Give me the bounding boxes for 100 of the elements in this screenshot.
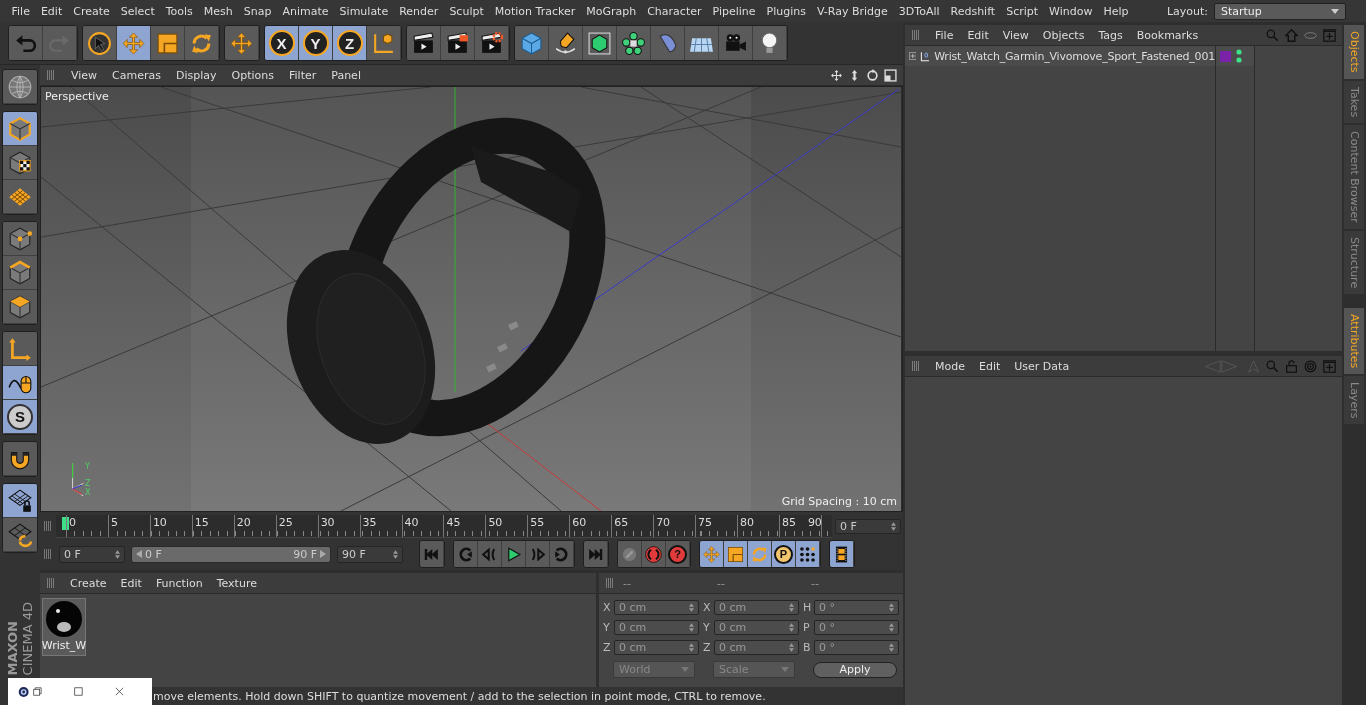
tool-button[interactable]: Y <box>299 26 333 60</box>
menu-item[interactable]: Function <box>155 576 203 590</box>
menu-item[interactable]: Objects <box>1042 28 1085 42</box>
cube-points-icon <box>7 225 33 252</box>
menu-item[interactable]: Create <box>70 576 107 590</box>
column-header: -- <box>810 576 820 590</box>
tool-button[interactable]: ? <box>666 541 690 567</box>
tool-button[interactable] <box>3 442 37 476</box>
menu-item[interactable]: Render <box>393 4 444 18</box>
menu-item[interactable]: Cameras <box>112 68 161 82</box>
search-icon <box>1266 359 1279 373</box>
grid-rotate-icon <box>7 521 33 548</box>
caret-icon <box>781 667 789 672</box>
cube-icon <box>7 115 33 142</box>
tool-button[interactable] <box>83 26 117 60</box>
axis-label: H <box>803 601 811 614</box>
menu-item[interactable]: Create <box>67 4 116 18</box>
move-icon <box>121 30 146 56</box>
tool-button[interactable]: S <box>3 400 37 434</box>
menu-item[interactable]: Simulate <box>334 4 394 18</box>
clapperboard-icon <box>445 30 470 56</box>
menu-item[interactable]: Edit <box>979 359 1001 373</box>
cube-cluster-icon <box>621 30 646 56</box>
layout-dropdown[interactable]: Startup <box>1214 2 1346 20</box>
menu-item[interactable]: Display <box>176 68 217 82</box>
tool-button[interactable]: X <box>265 26 299 60</box>
menu-item[interactable]: Tags <box>1098 28 1123 42</box>
frame-number: 55 <box>530 515 545 529</box>
frame-number: 85 <box>781 515 796 529</box>
tool-button[interactable] <box>830 541 854 567</box>
menu-item[interactable]: View <box>71 68 98 82</box>
frame-number: 20 <box>236 515 251 529</box>
menu-item[interactable]: V-Ray Bridge <box>811 4 894 18</box>
menu-item[interactable]: Select <box>115 4 161 18</box>
menu-item[interactable]: Bookmarks <box>1136 28 1199 42</box>
pen-icon <box>553 30 578 56</box>
end-frame-field[interactable]: 90 F <box>337 545 403 563</box>
null-object-icon <box>920 49 931 63</box>
frame-number: 65 <box>614 515 629 529</box>
grip-icon <box>43 549 53 559</box>
panel-tab[interactable]: Objects <box>1344 25 1364 79</box>
tool-button[interactable] <box>3 366 37 400</box>
app-logo-icon <box>18 684 30 699</box>
expand-icon[interactable] <box>909 51 917 61</box>
start-frame-field[interactable]: 0 F <box>59 545 125 563</box>
menu-item[interactable]: Filter <box>289 68 317 82</box>
tool-button[interactable] <box>3 222 37 256</box>
grip-icon <box>43 521 53 531</box>
menu-item[interactable]: Mesh <box>198 4 239 18</box>
menu-item[interactable]: Texture <box>216 576 257 590</box>
menu-item[interactable]: Script <box>1000 4 1044 18</box>
caret-icon <box>681 667 689 672</box>
tool-button[interactable] <box>407 26 441 60</box>
timeline-ruler[interactable]: 0 5 10 15 20 25 30 35 40 45 50 55 60 65 70 75 80 85 90 <box>56 514 832 538</box>
menu-item[interactable]: Edit <box>35 4 68 18</box>
tool-button[interactable]: P <box>772 541 796 567</box>
logo-text: CINEMA 4D <box>20 601 35 675</box>
menu-item[interactable]: Redshift <box>945 4 1001 18</box>
caret-icon <box>1331 8 1339 14</box>
close-icon <box>115 686 124 697</box>
menu-item[interactable]: User Data <box>1014 359 1070 373</box>
menu-item[interactable]: MoGraph <box>580 4 642 18</box>
frame-field[interactable]: 0 F <box>835 518 901 534</box>
tool-button[interactable] <box>796 541 820 567</box>
cube-edge-icon <box>7 259 33 286</box>
menu-item[interactable]: File <box>935 28 954 42</box>
menu-item[interactable]: Edit <box>967 28 989 42</box>
logo-text: MAXON <box>5 620 20 675</box>
minimized-window[interactable] <box>8 678 152 705</box>
spinner-icon <box>789 603 794 612</box>
frame-number: 25 <box>278 515 293 529</box>
menu-item[interactable]: Pipeline <box>707 4 762 18</box>
menu-item[interactable]: Plugins <box>761 4 812 18</box>
move-icon <box>830 68 843 82</box>
layer-color-swatch[interactable] <box>1220 50 1231 62</box>
menu-item[interactable]: Mode <box>935 359 965 373</box>
menu-item[interactable]: Tools <box>160 4 199 18</box>
menu-item[interactable]: Window <box>1043 4 1098 18</box>
menu-item[interactable]: Sculpt <box>443 4 490 18</box>
menu-item[interactable]: Character <box>641 4 707 18</box>
apply-button[interactable]: Apply <box>813 661 897 678</box>
viewport[interactable]: Perspective Grid Spacing : 10 cm Y Z X <box>40 86 903 512</box>
playhead-marker[interactable] <box>62 516 69 530</box>
menu-item[interactable]: Animate <box>277 4 335 18</box>
tool-button[interactable] <box>3 484 37 518</box>
menu-item[interactable]: Edit <box>120 576 142 590</box>
visibility-dots-icon <box>1236 48 1242 64</box>
menu-item[interactable]: Help <box>1097 4 1135 18</box>
menu-item[interactable]: View <box>1002 28 1029 42</box>
tool-button[interactable]: Z <box>333 26 367 60</box>
cursor-icon <box>87 30 112 56</box>
autokey-icon <box>644 544 663 564</box>
menu-item[interactable]: Panel <box>331 68 361 82</box>
panel-tab[interactable]: Attributes <box>1344 307 1364 374</box>
material-swatch[interactable]: Wrist_W <box>42 598 86 656</box>
menu-item[interactable]: 3DToAll <box>893 4 945 18</box>
menu-item[interactable]: Snap <box>238 4 277 18</box>
menu-item[interactable]: Motion Tracker <box>489 4 581 18</box>
menu-item[interactable]: File <box>6 4 36 18</box>
menu-item[interactable]: Options <box>231 68 274 82</box>
